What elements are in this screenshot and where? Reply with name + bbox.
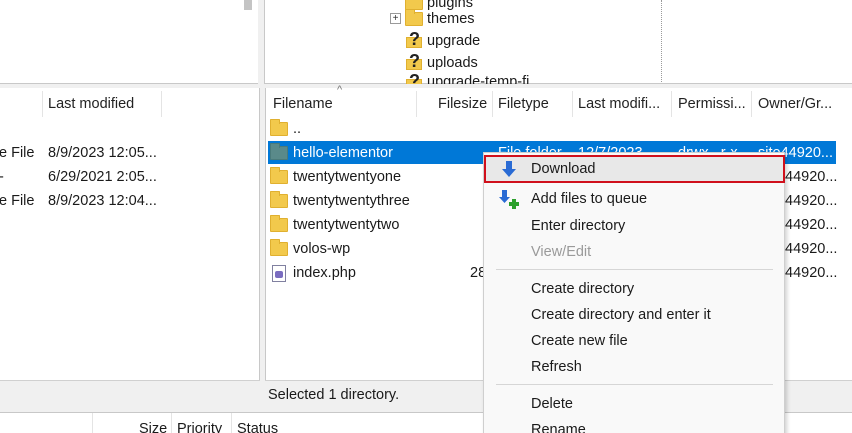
column-separator: [492, 91, 493, 117]
file-row-twentytwentythree[interactable]: twentytwentythree: [270, 189, 410, 213]
tree-node-upgrade-temp[interactable]: ? upgrade-temp-fi: [405, 74, 529, 84]
column-header-filetype[interactable]: Filetype: [498, 91, 549, 117]
column-separator: [751, 91, 752, 117]
tree-connector-line: [661, 0, 662, 83]
menu-item-create-directory[interactable]: Create directory: [485, 276, 784, 302]
column-header-filename[interactable]: Filename: [273, 91, 333, 117]
filename-cell: volos-wp: [293, 241, 351, 257]
filename-cell: ..: [293, 121, 302, 137]
php-file-icon: [272, 264, 286, 282]
owner-cell: 44920...: [785, 217, 838, 233]
folder-icon: [270, 119, 288, 136]
unknown-folder-icon: ?: [405, 51, 423, 72]
tree-node-uploads[interactable]: ? uploads: [405, 51, 478, 74]
queue-column-status[interactable]: Status: [237, 421, 278, 433]
filetype-cell: e File: [0, 145, 35, 161]
tree-node-label: upgrade-temp-fi: [427, 74, 530, 84]
tree-node-label: upgrade: [427, 33, 481, 49]
column-header-filesize[interactable]: Filesize: [438, 91, 487, 117]
download-arrow-icon: [502, 161, 516, 177]
tree-node-label: themes: [427, 11, 475, 27]
menu-separator: [496, 384, 773, 385]
menu-item-refresh[interactable]: Refresh: [485, 354, 784, 380]
filename-cell: hello-elementor: [293, 145, 393, 161]
expand-icon[interactable]: +: [390, 13, 401, 24]
column-separator: [161, 91, 162, 117]
column-header-owner-group[interactable]: Owner/Gr...: [758, 91, 832, 117]
filename-cell: index.php: [293, 265, 356, 281]
column-header-last-modified[interactable]: Last modified: [48, 91, 134, 117]
column-separator: [572, 91, 573, 117]
file-row-index-php[interactable]: index.php: [270, 261, 356, 285]
file-row-twentytwentytwo[interactable]: twentytwentytwo: [270, 213, 399, 237]
menu-item-add-files-to-queue[interactable]: Add files to queue: [485, 186, 784, 212]
menu-item-view-edit: View/Edit: [531, 244, 592, 260]
local-status-bar: [0, 380, 260, 408]
owner-cell: 44920...: [785, 241, 838, 257]
queue-column-size[interactable]: Size: [139, 421, 167, 433]
column-separator: [42, 91, 43, 117]
remote-directory-tree[interactable]: [264, 0, 852, 84]
column-separator: [416, 91, 417, 117]
column-header-permissions[interactable]: Permissi...: [678, 91, 746, 117]
menu-separator: [496, 269, 773, 270]
menu-item-download[interactable]: Download: [484, 155, 785, 183]
column-separator: [671, 91, 672, 117]
add-to-queue-icon: [499, 190, 519, 209]
filename-cell: twentytwentythree: [293, 193, 410, 209]
unknown-folder-icon: ?: [405, 29, 423, 50]
unknown-folder-icon: ?: [405, 74, 423, 84]
menu-item-create-directory-and-enter[interactable]: Create directory and enter it: [485, 302, 784, 328]
owner-cell: 44920...: [785, 265, 838, 281]
local-tree-scrollbar-thumb[interactable]: [244, 0, 252, 10]
modified-cell: 6/29/2021 2:05...: [48, 169, 157, 185]
status-text: Selected 1 directory.: [268, 386, 400, 403]
menu-item-create-new-file[interactable]: Create new file: [485, 328, 784, 354]
column-header-last-modified[interactable]: Last modifi...: [578, 91, 660, 117]
menu-item-rename[interactable]: Rename: [485, 417, 784, 433]
tree-node-upgrade[interactable]: ? upgrade: [405, 29, 481, 52]
file-row-twentytwentyone[interactable]: twentytwentyone: [270, 165, 401, 189]
owner-cell: 44920...: [785, 193, 838, 209]
column-separator: [171, 413, 172, 433]
queue-column-priority[interactable]: Priority: [177, 421, 222, 433]
column-separator: [92, 413, 93, 433]
tree-node-label: uploads: [427, 55, 478, 71]
modified-cell: 8/9/2023 12:05...: [48, 145, 157, 161]
context-menu[interactable]: Download Add files to queue Enter direct…: [483, 152, 785, 433]
menu-item-delete[interactable]: Delete: [485, 391, 784, 417]
filename-cell: twentytwentytwo: [293, 217, 400, 233]
filetype-cell: e File: [0, 193, 35, 209]
local-file-list[interactable]: [0, 88, 260, 380]
folder-icon: [270, 239, 288, 256]
file-row-hello-elementor[interactable]: hello-elementor: [270, 141, 393, 165]
filename-cell: twentytwentyone: [293, 169, 402, 185]
folder-icon: [405, 9, 423, 26]
tree-node-themes[interactable]: themes: [405, 8, 475, 30]
file-row-volos-wp[interactable]: volos-wp: [270, 237, 350, 261]
folder-icon: [270, 215, 288, 232]
file-row-parent[interactable]: ..: [270, 117, 301, 141]
menu-item-enter-directory[interactable]: Enter directory: [485, 213, 784, 239]
column-separator: [231, 413, 232, 433]
owner-cell: 44920...: [785, 169, 838, 185]
local-directory-tree[interactable]: [0, 0, 258, 84]
modified-cell: 8/9/2023 12:04...: [48, 193, 157, 209]
folder-icon: [270, 167, 288, 184]
folder-icon: [270, 143, 288, 160]
folder-icon: [270, 191, 288, 208]
sort-ascending-icon: ^: [337, 84, 343, 96]
filetype-cell: -: [0, 169, 4, 185]
